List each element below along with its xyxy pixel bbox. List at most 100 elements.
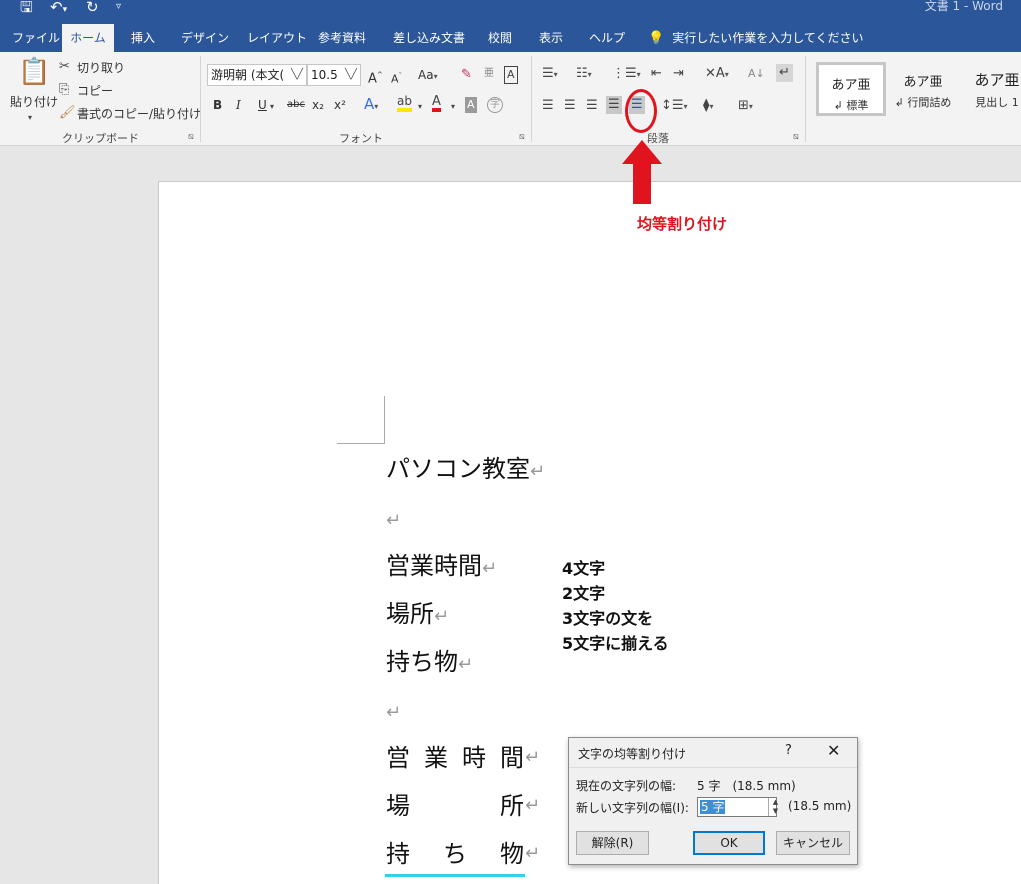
distributed-text: 場 所 bbox=[386, 791, 524, 821]
ok-button[interactable]: OK bbox=[693, 831, 765, 855]
doc-line-after-3[interactable]: 持 ち 物 ↵ bbox=[386, 839, 540, 869]
help-button[interactable]: ? bbox=[785, 743, 792, 758]
shading-icon[interactable]: ⧫▾ bbox=[703, 98, 713, 115]
doc-line-before-2[interactable]: 場所↵ bbox=[386, 599, 449, 632]
paste-button[interactable]: 貼り付け bbox=[10, 94, 58, 110]
shrink-font-button[interactable]: Aˇ bbox=[391, 68, 402, 88]
show-marks-icon[interactable]: ↵ bbox=[776, 64, 793, 82]
tab-design[interactable]: デザイン bbox=[181, 24, 229, 52]
chevron-down-icon: ╲╱ bbox=[344, 69, 357, 80]
multilevel-list-icon[interactable]: ⋮☰▾ bbox=[612, 66, 641, 83]
paste-dropdown-icon[interactable]: ▾ bbox=[28, 110, 32, 126]
character-shading-icon[interactable]: A bbox=[465, 97, 477, 113]
tab-insert[interactable]: 挿入 bbox=[131, 24, 155, 52]
tab-home[interactable]: ホーム bbox=[62, 24, 114, 52]
remove-button[interactable]: 解除(R) bbox=[576, 831, 649, 855]
increase-indent-icon[interactable]: ⇥ bbox=[673, 66, 684, 82]
ribbon: 📋 貼り付け ▾ ✂ 切り取り ⎘ コピー 🖌 書式のコピー/貼り付け クリップ… bbox=[0, 52, 1021, 146]
style-normal-sample: あア亜 bbox=[831, 78, 871, 93]
style-no-spacing[interactable]: あア亜 ↲ 行間詰め bbox=[888, 62, 958, 116]
copy-button[interactable]: コピー bbox=[77, 83, 113, 99]
customize-toolbar-icon[interactable]: ▿ bbox=[116, 0, 121, 14]
selection-underline bbox=[385, 874, 525, 877]
grow-font-button[interactable]: A^ bbox=[368, 67, 383, 87]
tab-help[interactable]: ヘルプ bbox=[589, 24, 625, 52]
align-right-icon[interactable]: ☰ bbox=[586, 98, 598, 114]
style-normal[interactable]: あア亜 ↲ 標準 bbox=[816, 62, 886, 116]
sort-icon[interactable]: A↓ bbox=[748, 66, 765, 82]
save-icon[interactable]: 🖫 bbox=[20, 0, 33, 15]
highlight-icon[interactable]: ab bbox=[397, 95, 412, 112]
font-size-combo[interactable]: 10.5 ╲╱ bbox=[307, 64, 361, 86]
tell-me-text: 実行したい作業を入力してください bbox=[672, 31, 864, 45]
font-name-value: 游明朝 (本文( bbox=[211, 68, 285, 82]
bullets-icon[interactable]: ☰▾ bbox=[542, 66, 558, 83]
new-width-input[interactable]: 5 字 bbox=[697, 797, 777, 817]
borders-icon[interactable]: ⊞▾ bbox=[738, 98, 753, 115]
phonetic-guide-icon[interactable]: 亜 bbox=[484, 66, 494, 82]
new-width-spinner[interactable]: ▲ ▼ bbox=[768, 798, 782, 816]
undo-icon[interactable]: ↶▾ bbox=[50, 0, 67, 15]
tab-review[interactable]: 校閲 bbox=[488, 24, 512, 52]
tab-mailings[interactable]: 差し込み文書 bbox=[393, 24, 465, 52]
doc-line-before-3[interactable]: 持ち物↵ bbox=[386, 647, 473, 680]
tab-layout[interactable]: レイアウト bbox=[247, 24, 307, 52]
tab-references[interactable]: 参考資料 bbox=[318, 24, 366, 52]
font-group-label: フォント bbox=[339, 132, 383, 145]
text-effects-icon[interactable]: A▾ bbox=[364, 96, 378, 115]
tell-me-search[interactable]: 💡 実行したい作業を入力してください bbox=[648, 24, 863, 52]
note-line: 4文字 bbox=[562, 559, 606, 578]
tab-file[interactable]: ファイル bbox=[12, 24, 60, 52]
doc-line-empty[interactable]: ↵ bbox=[386, 503, 401, 536]
scissors-icon[interactable]: ✂ bbox=[59, 59, 70, 75]
subscript-button[interactable]: x₂ bbox=[312, 97, 324, 113]
paragraph-mark: ↵ bbox=[386, 702, 402, 723]
bold-button[interactable]: B bbox=[213, 97, 222, 113]
numbering-icon[interactable]: ☷▾ bbox=[576, 66, 592, 83]
doc-line-after-2[interactable]: 場 所 ↵ bbox=[386, 791, 540, 821]
paragraph-mark: ↵ bbox=[434, 606, 450, 627]
new-width-mm: (18.5 mm) bbox=[788, 799, 852, 813]
font-color-icon[interactable]: A bbox=[432, 95, 441, 112]
italic-button[interactable]: I bbox=[236, 97, 241, 113]
superscript-button[interactable]: x² bbox=[334, 97, 346, 113]
clipboard-launcher-icon[interactable]: ⧅ bbox=[188, 132, 194, 142]
doc-line-before-1[interactable]: 営業時間↵ bbox=[386, 551, 497, 584]
cancel-button[interactable]: キャンセル bbox=[776, 831, 850, 855]
paragraph-launcher-icon[interactable]: ⧅ bbox=[793, 132, 799, 142]
format-painter-button[interactable]: 書式のコピー/貼り付け bbox=[77, 106, 201, 122]
close-icon[interactable]: ✕ bbox=[827, 741, 840, 760]
underline-button[interactable]: U bbox=[258, 97, 267, 113]
redo-icon[interactable]: ↻ bbox=[86, 0, 99, 15]
font-launcher-icon[interactable]: ⧅ bbox=[519, 132, 525, 142]
note-line: 3文字の文を bbox=[562, 609, 654, 628]
character-border-icon[interactable]: A bbox=[504, 66, 518, 84]
clear-format-icon[interactable]: ✎ bbox=[461, 67, 472, 83]
line-spacing-icon[interactable]: ↕☰▾ bbox=[661, 98, 688, 115]
doc-line-title[interactable]: パソコン教室↵ bbox=[386, 454, 545, 487]
copy-icon[interactable]: ⎘ bbox=[59, 82, 69, 98]
underline-dropdown-icon[interactable]: ▾ bbox=[270, 99, 274, 115]
enclose-characters-icon[interactable]: 字 bbox=[487, 97, 503, 113]
red-arrow-icon bbox=[622, 140, 662, 204]
change-case-button[interactable]: Aa▾ bbox=[418, 67, 438, 85]
doc-line-empty[interactable]: ↵ bbox=[386, 695, 401, 728]
highlight-dropdown-icon[interactable]: ▾ bbox=[418, 99, 422, 115]
font-color-dropdown-icon[interactable]: ▾ bbox=[451, 99, 455, 115]
note-line: 2文字 bbox=[562, 584, 606, 603]
paste-icon[interactable]: 📋 bbox=[18, 58, 50, 86]
doc-line-after-1[interactable]: 営 業 時 間 ↵ bbox=[386, 743, 540, 773]
cut-button[interactable]: 切り取り bbox=[77, 60, 125, 76]
format-painter-icon[interactable]: 🖌 bbox=[59, 105, 76, 121]
decrease-indent-icon[interactable]: ⇤ bbox=[651, 66, 662, 82]
font-name-combo[interactable]: 游明朝 (本文(╲╱ bbox=[207, 64, 307, 86]
strikethrough-button[interactable]: abc bbox=[287, 97, 305, 113]
align-left-icon[interactable]: ☰ bbox=[542, 98, 554, 114]
align-center-icon[interactable]: ☰ bbox=[564, 98, 576, 114]
justify-icon[interactable]: ☰ bbox=[606, 96, 622, 114]
distributed-text: 持 ち 物 bbox=[386, 839, 524, 869]
tab-view[interactable]: 表示 bbox=[539, 24, 563, 52]
distribute-text-dialog[interactable]: 文字の均等割り付け ? ✕ 現在の文字列の幅: 5 字 (18.5 mm) 新し… bbox=[568, 737, 858, 865]
asian-layout-icon[interactable]: ✕A▾ bbox=[705, 66, 729, 83]
style-heading-1[interactable]: あア亜 見出し 1 bbox=[962, 62, 1021, 116]
